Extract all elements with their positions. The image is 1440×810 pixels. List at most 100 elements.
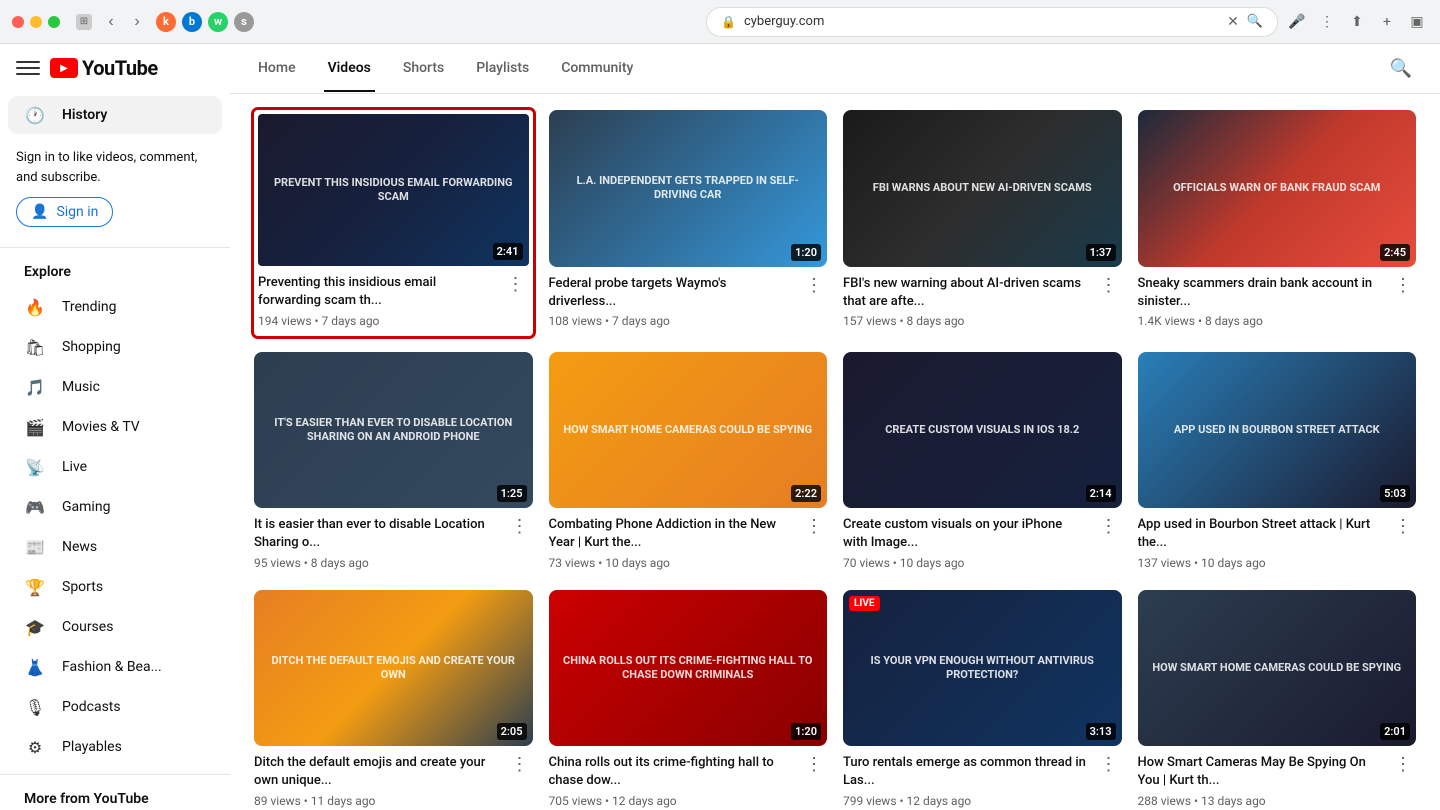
tab-home[interactable]: Home: [254, 46, 300, 92]
tab-1[interactable]: k: [156, 12, 176, 32]
video-info: FBI's new warning about AI-driven scams …: [843, 267, 1122, 332]
sidebar-item-courses[interactable]: 🎓 Courses: [8, 608, 222, 646]
new-tab-button[interactable]: +: [1376, 11, 1398, 33]
sidebar-item-shopping[interactable]: 🛍 Shopping: [8, 328, 222, 366]
sidebar-item-sports[interactable]: 🏆 Sports: [8, 568, 222, 606]
minimize-button[interactable]: [30, 16, 42, 28]
sidebar: YouTube 🕐 History Sign in to like videos…: [0, 44, 230, 810]
sidebar-item-playables[interactable]: ⚙ Playables: [8, 728, 222, 766]
video-card-8[interactable]: APP USED IN BOURBON STREET ATTACK 5:03 A…: [1138, 352, 1417, 574]
more-button[interactable]: ⋮: [1316, 11, 1338, 33]
explore-section: 🔥 Trending 🛍 Shopping 🎵 Music 🎬 Movies &…: [0, 288, 230, 766]
maximize-button[interactable]: [48, 16, 60, 28]
video-info: Preventing this insidious email forwardi…: [258, 266, 529, 331]
video-card-12[interactable]: HOW SMART HOME CAMERAS COULD BE SPYING 2…: [1138, 590, 1417, 810]
video-card-3[interactable]: FBI WARNS ABOUT NEW AI-DRIVEN SCAMS 1:37…: [843, 110, 1122, 336]
video-more-button[interactable]: ⋮: [1096, 516, 1122, 569]
video-details: Sneaky scammers drain bank account in si…: [1138, 275, 1383, 328]
tab-community[interactable]: Community: [557, 46, 637, 92]
share-button[interactable]: ⬆: [1346, 11, 1368, 33]
address-bar[interactable]: 🔒 cyberguy.com ✕ 🔍: [706, 7, 1278, 37]
music-icon: 🎵: [24, 376, 46, 398]
tab-shorts[interactable]: Shorts: [399, 46, 448, 92]
video-more-button[interactable]: ⋮: [507, 754, 533, 807]
video-card-4[interactable]: OFFICIALS WARN OF BANK FRAUD SCAM 2:45 S…: [1138, 110, 1417, 336]
video-info: Create custom visuals on your iPhone wit…: [843, 508, 1122, 573]
video-meta: 70 views • 10 days ago: [843, 556, 1088, 570]
video-card-2[interactable]: L.A. INDEPENDENT GETS TRAPPED IN SELF-DR…: [549, 110, 828, 336]
video-duration: 1:20: [791, 244, 821, 261]
sidebar-panel-button[interactable]: ▣: [1406, 11, 1428, 33]
video-title: Sneaky scammers drain bank account in si…: [1138, 275, 1383, 311]
forward-button[interactable]: ›: [126, 11, 148, 33]
video-card-6[interactable]: HOW SMART HOME CAMERAS COULD BE SPYING 2…: [549, 352, 828, 574]
thumbnail-text: APP USED IN BOURBON STREET ATTACK: [1166, 415, 1388, 445]
video-thumbnail: OFFICIALS WARN OF BANK FRAUD SCAM 2:45: [1138, 110, 1417, 267]
mic-button[interactable]: 🎤: [1286, 11, 1308, 33]
back-button[interactable]: ‹: [100, 11, 122, 33]
video-more-button[interactable]: ⋮: [801, 516, 827, 569]
sidebar-item-movies[interactable]: 🎬 Movies & TV: [8, 408, 222, 446]
video-more-button[interactable]: ⋮: [801, 275, 827, 328]
window-controls: ⊞: [76, 14, 92, 30]
video-info: Federal probe targets Waymo's driverless…: [549, 267, 828, 332]
video-details: It is easier than ever to disable Locati…: [254, 516, 499, 569]
video-duration: 2:45: [1380, 244, 1410, 261]
tab-4[interactable]: s: [234, 12, 254, 32]
sign-in-label: Sign in: [56, 204, 98, 220]
video-thumbnail: PREVENT THIS INSIDIOUS EMAIL FORWARDING …: [258, 114, 529, 266]
video-duration: 2:01: [1380, 723, 1410, 740]
video-info: Ditch the default emojis and create your…: [254, 746, 533, 810]
sidebar-item-fashion[interactable]: 👗 Fashion & Bea...: [8, 648, 222, 686]
video-card-9[interactable]: DITCH THE DEFAULT EMOJIS AND CREATE YOUR…: [254, 590, 533, 810]
search-icon[interactable]: 🔍: [1247, 14, 1263, 29]
sidebar-item-live[interactable]: 📡 Live: [8, 448, 222, 486]
thumbnail-text: IT'S EASIER THAN EVER TO DISABLE LOCATIO…: [254, 408, 533, 453]
history-icon: 🕐: [24, 104, 46, 126]
video-more-button[interactable]: ⋮: [1390, 516, 1416, 569]
courses-icon: 🎓: [24, 616, 46, 638]
tab-2[interactable]: b: [182, 12, 202, 32]
sidebar-item-gaming[interactable]: 🎮 Gaming: [8, 488, 222, 526]
lock-icon: 🔒: [721, 15, 736, 29]
sidebar-item-music[interactable]: 🎵 Music: [8, 368, 222, 406]
youtube-logo[interactable]: YouTube: [50, 56, 158, 80]
video-meta: 95 views • 8 days ago: [254, 556, 499, 570]
close-button[interactable]: [12, 16, 24, 28]
video-more-button[interactable]: ⋮: [1096, 275, 1122, 328]
video-card-5[interactable]: IT'S EASIER THAN EVER TO DISABLE LOCATIO…: [254, 352, 533, 574]
live-icon: 📡: [24, 456, 46, 478]
tab-playlists[interactable]: Playlists: [472, 46, 533, 92]
video-more-button[interactable]: ⋮: [507, 516, 533, 569]
video-details: How Smart Cameras May Be Spying On You |…: [1138, 754, 1383, 807]
sidebar-label: Shopping: [62, 339, 121, 355]
sidebar-item-podcasts[interactable]: 🎙 Podcasts: [8, 688, 222, 726]
video-more-button[interactable]: ⋮: [1390, 754, 1416, 807]
sidebar-item-history[interactable]: 🕐 History: [8, 96, 222, 134]
menu-button[interactable]: [16, 56, 40, 80]
video-more-button[interactable]: ⋮: [1390, 275, 1416, 328]
tab-3[interactable]: w: [208, 12, 228, 32]
sign-in-button[interactable]: 👤 Sign in: [16, 197, 113, 227]
video-meta: 1.4K views • 8 days ago: [1138, 314, 1383, 328]
video-meta: 157 views • 8 days ago: [843, 314, 1088, 328]
channel-search-button[interactable]: 🔍: [1386, 44, 1416, 93]
tab-videos[interactable]: Videos: [324, 46, 375, 92]
video-thumbnail: IS YOUR VPN ENOUGH WITHOUT ANTIVIRUS PRO…: [843, 590, 1122, 747]
sidebar-label: Podcasts: [62, 699, 121, 715]
clear-url-button[interactable]: ✕: [1227, 14, 1239, 30]
video-more-button[interactable]: ⋮: [1096, 754, 1122, 807]
video-more-button[interactable]: ⋮: [503, 274, 529, 327]
video-more-button[interactable]: ⋮: [801, 754, 827, 807]
sidebar-toggle[interactable]: ⊞: [76, 14, 92, 30]
sidebar-item-trending[interactable]: 🔥 Trending: [8, 288, 222, 326]
video-card-11[interactable]: IS YOUR VPN ENOUGH WITHOUT ANTIVIRUS PRO…: [843, 590, 1122, 810]
thumbnail-text: DITCH THE DEFAULT EMOJIS AND CREATE YOUR…: [254, 646, 533, 691]
sidebar-item-news[interactable]: 📰 News: [8, 528, 222, 566]
video-card-1[interactable]: PREVENT THIS INSIDIOUS EMAIL FORWARDING …: [254, 110, 533, 336]
sidebar-label: Sports: [62, 579, 103, 595]
sidebar-label: News: [62, 539, 97, 555]
video-card-7[interactable]: CREATE CUSTOM VISUALS IN iOS 18.2 2:14 C…: [843, 352, 1122, 574]
video-duration: 2:22: [791, 485, 821, 502]
video-card-10[interactable]: CHINA ROLLS OUT ITS CRIME-FIGHTING HALL …: [549, 590, 828, 810]
